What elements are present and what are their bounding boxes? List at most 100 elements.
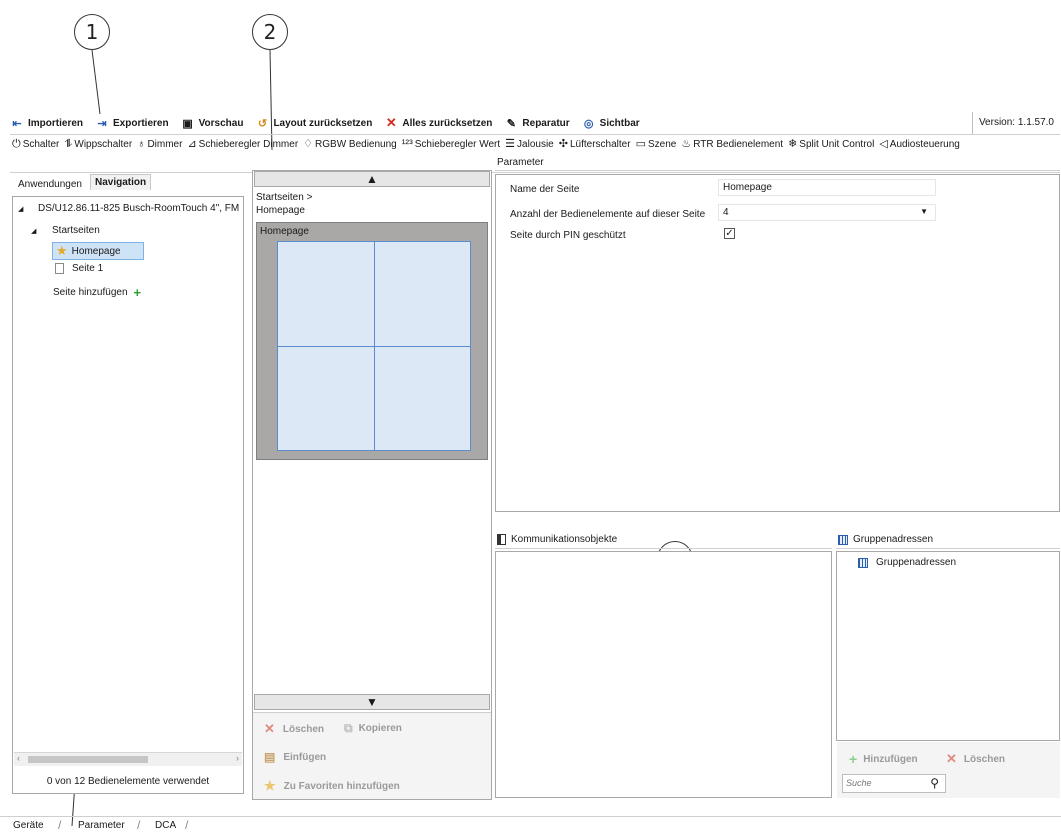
elements-divider	[10, 172, 1060, 173]
element-fan-button[interactable]: ✣ Lüfterschalter	[559, 137, 631, 152]
star-icon: ★	[264, 778, 276, 793]
element-count-label: Anzahl der Bedienelemente auf dieser Sei…	[510, 209, 706, 220]
tree-device[interactable]: DS/U12.86.11-825 Busch-RoomTouch 4", FM	[38, 203, 242, 214]
tree-homepage[interactable]: ★ Homepage	[52, 242, 144, 260]
group-title-line	[836, 548, 1060, 549]
element-power-button[interactable]: ⏻ Schalter	[12, 137, 59, 152]
search-icon[interactable]: ⚲	[930, 776, 939, 790]
element-split-unit-button[interactable]: ❄ Split Unit Control	[788, 137, 874, 152]
paste-button[interactable]: ▤ Einfügen	[264, 750, 326, 764]
elements-bar: ⏻ Schalter ⥮ Wippschalter ♁ Dimmer ⊿ Schiebereg…	[12, 137, 1052, 152]
grid-slot[interactable]	[374, 346, 470, 450]
grid-slot[interactable]	[374, 242, 470, 346]
element-speaker-button[interactable]: ◁ Audiosteuerung	[879, 137, 960, 152]
tree-page1-label: Seite 1	[72, 263, 104, 274]
scroll-thumb[interactable]	[28, 756, 148, 763]
tree-page1[interactable]: Seite 1	[55, 263, 103, 274]
element-rocker-button[interactable]: ⥮ Wippschalter	[64, 137, 132, 152]
element-rgbw-button[interactable]: ♢ RGBW Bedienung	[303, 137, 397, 152]
element-label: RTR Bedienelement	[693, 139, 784, 150]
preview-button[interactable]: ▣ Vorschau	[181, 117, 243, 130]
reset-layout-button[interactable]: ↺ Layout zurücksetzen	[255, 117, 373, 130]
group-addresses-item-label: Gruppenadressen	[876, 557, 957, 568]
blind-icon: ☰	[505, 138, 516, 150]
pin-protected-checkbox[interactable]: ✓	[724, 228, 735, 239]
star-icon: ★	[56, 243, 68, 258]
import-button[interactable]: ⇤ Importieren	[10, 117, 83, 130]
tab-parameter[interactable]: Parameter	[78, 820, 125, 831]
scene-icon: ▭	[635, 138, 646, 150]
fan-icon: ✣	[558, 138, 568, 150]
power-icon: ⏻	[12, 138, 21, 150]
add-favorites-button[interactable]: ★ Zu Favoriten hinzufügen	[264, 778, 400, 794]
page-preview: Homepage	[256, 222, 488, 460]
add-group-button[interactable]: + Hinzufügen	[849, 751, 918, 767]
comm-title-line	[495, 548, 832, 549]
export-button[interactable]: ⇥ Exportieren	[95, 117, 168, 130]
group-addresses-panel	[836, 551, 1060, 741]
add-page-link[interactable]: Seite hinzufügen +	[53, 285, 141, 300]
element-label: RGBW Bedienung	[315, 139, 397, 150]
slider-value-icon: ¹²³	[401, 138, 413, 150]
parameter-panel	[495, 174, 1060, 512]
plus-icon: +	[133, 285, 142, 300]
breadcrumb-parent[interactable]: Startseiten >	[256, 191, 312, 204]
element-count-select[interactable]: 4 ▼	[718, 204, 936, 221]
grid-slot[interactable]	[278, 346, 374, 450]
scroll-right-icon[interactable]: ›	[236, 753, 239, 763]
visible-button[interactable]: ◎ Sichtbar	[582, 117, 640, 130]
element-slider-value-button[interactable]: ¹²³ Schieberegler Wert	[402, 137, 500, 152]
scroll-left-icon[interactable]: ‹	[17, 753, 20, 763]
close-icon: ✕	[385, 115, 397, 130]
group-addresses-title: Gruppenadressen	[853, 534, 934, 545]
element-label: Schieberegler Wert	[414, 139, 501, 150]
delete-group-label: Löschen	[963, 753, 1006, 765]
tab-separator: /	[137, 818, 141, 832]
scroll-up-button[interactable]: ▲	[254, 171, 490, 187]
repair-button[interactable]: ✎ Reparatur	[504, 117, 570, 130]
element-dimmer-button[interactable]: ♁ Dimmer	[137, 137, 182, 152]
scroll-down-button[interactable]: ▼	[254, 694, 490, 710]
search-box[interactable]: ⚲	[842, 774, 946, 793]
tab-applications[interactable]: Anwendungen	[14, 177, 86, 192]
export-icon: ⇥	[97, 117, 107, 130]
element-label: Szene	[647, 139, 677, 150]
tree-expander-device[interactable]: ◢	[18, 205, 23, 213]
comm-objects-title: Kommunikationsobjekte	[511, 534, 618, 545]
delete-icon: ✕	[264, 721, 275, 736]
delete-label: Löschen	[282, 723, 325, 735]
element-blind-button[interactable]: ☰ Jalousie	[505, 137, 554, 152]
reset-all-button[interactable]: ✕ Alles zurücksetzen	[384, 115, 493, 131]
book-icon	[497, 534, 506, 545]
add-group-label: Hinzufügen	[863, 753, 918, 765]
paste-label: Einfügen	[283, 751, 327, 763]
delete-button[interactable]: ✕ Löschen	[264, 721, 324, 737]
element-scene-button[interactable]: ▭ Szene	[636, 137, 677, 152]
copy-label: Kopieren	[358, 723, 402, 734]
element-thermostat-button[interactable]: ♨ RTR Bedienelement	[681, 137, 783, 152]
tab-navigation[interactable]: Navigation	[90, 174, 152, 190]
delete-group-button[interactable]: ✕ Löschen	[946, 751, 1005, 767]
element-slider-dimmer-button[interactable]: ⊿ Schieberegler Dimmer	[187, 137, 298, 152]
rgbw-icon: ♢	[303, 138, 314, 150]
page-grid	[277, 241, 471, 451]
tree-expander-start-pages[interactable]: ◢	[31, 227, 36, 235]
element-label: Audiosteuerung	[889, 139, 960, 150]
tab-devices[interactable]: Geräte	[13, 820, 44, 831]
grid-slot[interactable]	[278, 242, 374, 346]
import-icon: ⇤	[12, 117, 22, 130]
search-input[interactable]	[843, 775, 921, 791]
breadcrumb: Startseiten > Homepage	[256, 191, 312, 217]
page-name-label: Name der Seite	[510, 184, 580, 195]
copy-button[interactable]: ⧉ Kopieren	[344, 721, 402, 736]
horizontal-scrollbar[interactable]: ‹ ›	[14, 752, 242, 766]
element-label: Schalter	[22, 139, 60, 150]
toolbar-divider	[10, 134, 1060, 135]
tab-separator: /	[185, 818, 189, 832]
page-icon	[55, 263, 64, 274]
page-name-input[interactable]: Homepage	[718, 179, 936, 196]
tab-dca[interactable]: DCA	[155, 820, 176, 831]
group-addresses-item[interactable]: Gruppenadressen	[858, 557, 956, 568]
parameter-title-line	[495, 170, 1060, 171]
tree-start-pages[interactable]: Startseiten	[52, 225, 100, 236]
